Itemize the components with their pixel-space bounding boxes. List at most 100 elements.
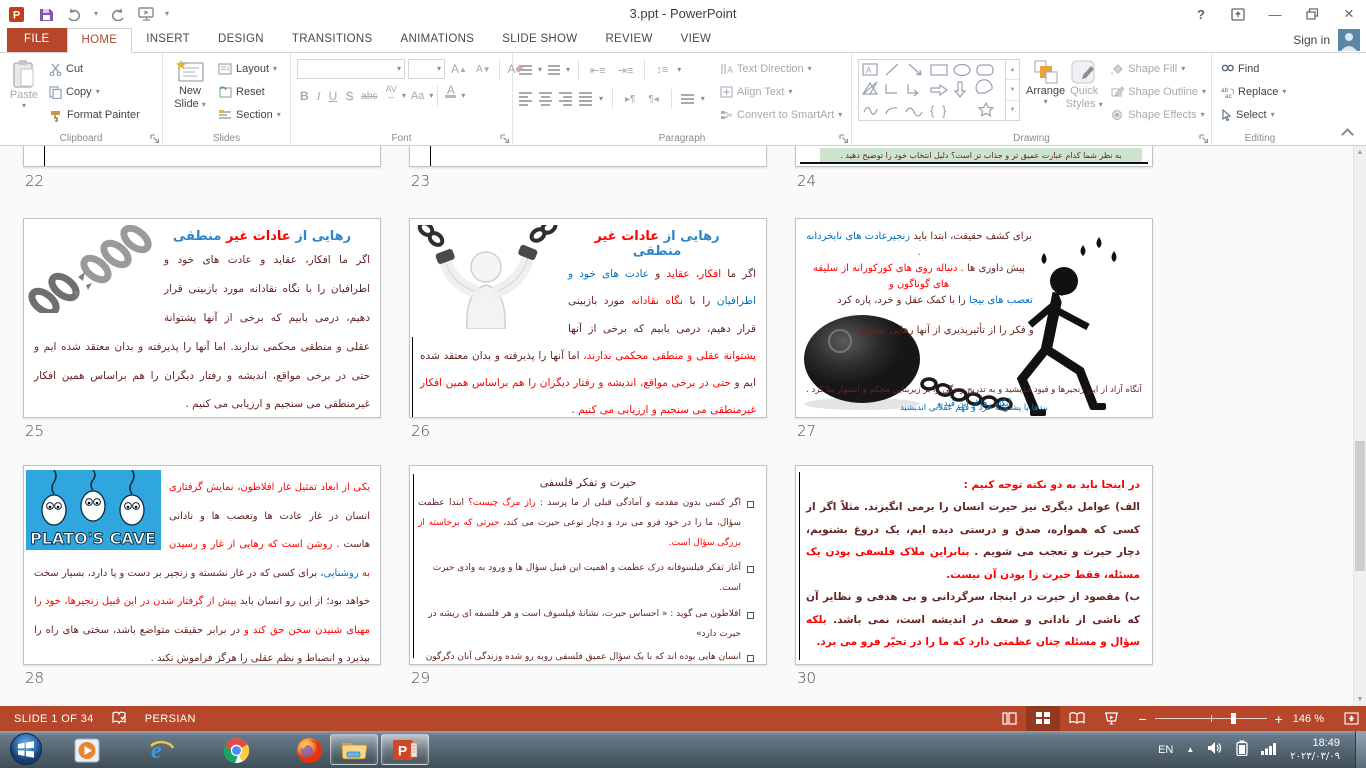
increase-indent-button[interactable]: ⇥≡ xyxy=(615,60,637,80)
text-shadow-button[interactable]: S xyxy=(342,86,356,106)
shapes-gallery[interactable]: A { xyxy=(858,59,1020,121)
slide-thumbnail-24[interactable]: به نظر شما کدام عبارت عمیق تر و جذاب تر … xyxy=(795,146,1153,167)
slide-thumbnail-23[interactable] xyxy=(409,146,767,167)
slide-thumbnail-27[interactable]: برای کشف حقیقت، ابتدا باید زنجیرعادت های… xyxy=(795,218,1153,418)
increase-font-size-button[interactable]: A▲ xyxy=(448,59,470,79)
help-button[interactable]: ? xyxy=(1192,4,1210,24)
slide-sorter-view-button[interactable] xyxy=(1026,706,1060,731)
layout-button[interactable]: Layout▾ xyxy=(215,58,284,80)
zoom-percentage[interactable]: 146 % xyxy=(1293,713,1324,725)
rtl-direction-button[interactable]: ¶◂ xyxy=(645,89,661,109)
align-center-button[interactable] xyxy=(539,92,552,106)
text-direction-button[interactable]: A Text Direction▾ xyxy=(717,58,845,80)
collapse-ribbon-button[interactable] xyxy=(1341,128,1354,141)
zoom-slider-thumb[interactable] xyxy=(1231,713,1236,724)
file-explorer-taskbar-button[interactable] xyxy=(330,734,378,765)
zoom-in-button[interactable]: + xyxy=(1275,714,1283,724)
show-desktop-button[interactable] xyxy=(1355,731,1366,768)
firefox-icon[interactable] xyxy=(294,735,324,765)
powerpoint-taskbar-button[interactable]: P xyxy=(381,734,429,765)
scrollbar-thumb[interactable] xyxy=(1355,441,1365,571)
undo-dropdown-icon[interactable]: ▾ xyxy=(94,10,98,18)
ltr-direction-button[interactable]: ▸¶ xyxy=(622,89,638,109)
font-color-button[interactable]: A xyxy=(442,86,459,106)
powerpoint-app-icon[interactable]: P xyxy=(7,4,27,24)
shape-fill-button[interactable]: Shape Fill▾ xyxy=(1107,58,1209,80)
sign-in-label[interactable]: Sign in xyxy=(1293,33,1330,47)
select-button[interactable]: Select▾ xyxy=(1218,104,1289,126)
align-left-button[interactable] xyxy=(519,92,532,106)
line-spacing-button[interactable]: ↕≡ xyxy=(653,60,671,80)
new-slide-button[interactable]: New Slide ▾ xyxy=(165,56,215,128)
clock[interactable]: 18:49 ۲۰۲۳/۰۳/۰۹ xyxy=(1290,737,1340,763)
undo-icon[interactable] xyxy=(65,4,85,24)
arrange-button[interactable]: Arrange ▾ xyxy=(1026,56,1065,128)
customize-qat-icon[interactable]: ▾ xyxy=(165,10,169,18)
network-signal-icon[interactable] xyxy=(1261,742,1277,758)
shapes-scroll-up[interactable]: ▲ xyxy=(1006,60,1019,79)
tab-file[interactable]: FILE xyxy=(7,28,67,52)
normal-view-button[interactable] xyxy=(992,706,1026,731)
start-button[interactable] xyxy=(8,731,44,767)
tab-home[interactable]: HOME xyxy=(67,28,133,53)
redo-icon[interactable] xyxy=(107,4,127,24)
tab-transitions[interactable]: TRANSITIONS xyxy=(278,28,387,52)
format-painter-button[interactable]: Format Painter xyxy=(46,104,143,126)
italic-button[interactable]: I xyxy=(314,86,324,106)
slide-thumbnail-28[interactable]: PLATO'S CAVE یکی از ابعاد تمثیل غار افلا… xyxy=(23,465,381,665)
align-right-button[interactable] xyxy=(559,92,572,106)
scrollbar-up-arrow[interactable]: ▲ xyxy=(1354,146,1366,159)
battery-icon[interactable] xyxy=(1236,740,1248,759)
scrollbar-down-arrow[interactable]: ▼ xyxy=(1354,693,1366,706)
internet-explorer-icon[interactable]: e xyxy=(147,735,177,765)
tab-insert[interactable]: INSERT xyxy=(132,28,204,52)
align-text-button[interactable]: Align Text▾ xyxy=(717,81,845,103)
font-dialog-launcher[interactable] xyxy=(500,133,510,143)
start-from-beginning-icon[interactable] xyxy=(136,4,156,24)
change-case-button[interactable]: Aa xyxy=(408,86,427,106)
find-button[interactable]: Find xyxy=(1218,58,1289,80)
numbering-button[interactable] xyxy=(548,65,560,75)
sign-in-area[interactable]: Sign in xyxy=(1293,28,1366,52)
justify-button[interactable] xyxy=(579,92,592,106)
language-tray-indicator[interactable]: EN xyxy=(1158,744,1173,756)
spell-check-icon[interactable] xyxy=(112,711,127,727)
character-spacing-button[interactable]: AV↔ xyxy=(382,86,399,106)
clipboard-dialog-launcher[interactable] xyxy=(150,133,160,143)
tab-design[interactable]: DESIGN xyxy=(204,28,278,52)
shapes-more-button[interactable]: ▼̱ xyxy=(1006,101,1019,120)
tab-slide-show[interactable]: SLIDE SHOW xyxy=(488,28,591,52)
tab-animations[interactable]: ANIMATIONS xyxy=(387,28,489,52)
save-icon[interactable] xyxy=(36,4,56,24)
bullets-button[interactable] xyxy=(519,65,532,75)
volume-icon[interactable] xyxy=(1207,741,1223,758)
decrease-font-size-button[interactable]: A▼ xyxy=(473,59,494,79)
copy-button[interactable]: Copy▾ xyxy=(46,81,143,103)
columns-button[interactable] xyxy=(681,94,694,104)
bold-button[interactable]: B xyxy=(297,86,312,106)
replace-button[interactable]: abac Replace▾ xyxy=(1218,81,1289,103)
slide-thumbnail-26[interactable]: رهایی از عادات غیر منطقی اگر ما افکار، ع… xyxy=(409,218,767,418)
show-hidden-icons-button[interactable]: ▲ xyxy=(1186,745,1194,754)
paste-button[interactable]: Paste ▾ xyxy=(2,56,46,128)
paragraph-dialog-launcher[interactable] xyxy=(839,133,849,143)
restore-button[interactable] xyxy=(1303,4,1321,24)
underline-button[interactable]: U xyxy=(326,86,341,106)
close-button[interactable]: × xyxy=(1340,4,1358,24)
slide-show-button[interactable] xyxy=(1094,706,1128,731)
tab-review[interactable]: REVIEW xyxy=(591,28,666,52)
drawing-dialog-launcher[interactable] xyxy=(1199,133,1209,143)
shape-effects-button[interactable]: Shape Effects▾ xyxy=(1107,104,1209,126)
vertical-scrollbar[interactable]: ▲ ▼ xyxy=(1353,146,1366,706)
font-size-combobox[interactable]: ▾ xyxy=(408,59,445,79)
avatar[interactable] xyxy=(1338,29,1360,51)
slide-indicator[interactable]: SLIDE 1 OF 34 xyxy=(14,713,94,725)
quick-styles-button[interactable]: Quick Styles ▾ xyxy=(1065,56,1103,128)
tab-view[interactable]: VIEW xyxy=(667,28,726,52)
zoom-slider-track[interactable] xyxy=(1155,718,1267,719)
slide-thumbnail-29[interactable]: حیرت و تفکر فلسفی اگر کسی بدون مقدمه و آ… xyxy=(409,465,767,665)
reset-button[interactable]: Reset xyxy=(215,81,284,103)
ribbon-display-options-button[interactable] xyxy=(1229,4,1247,24)
convert-to-smartart-button[interactable]: Convert to SmartArt▾ xyxy=(717,104,845,126)
language-indicator[interactable]: PERSIAN xyxy=(145,713,196,725)
